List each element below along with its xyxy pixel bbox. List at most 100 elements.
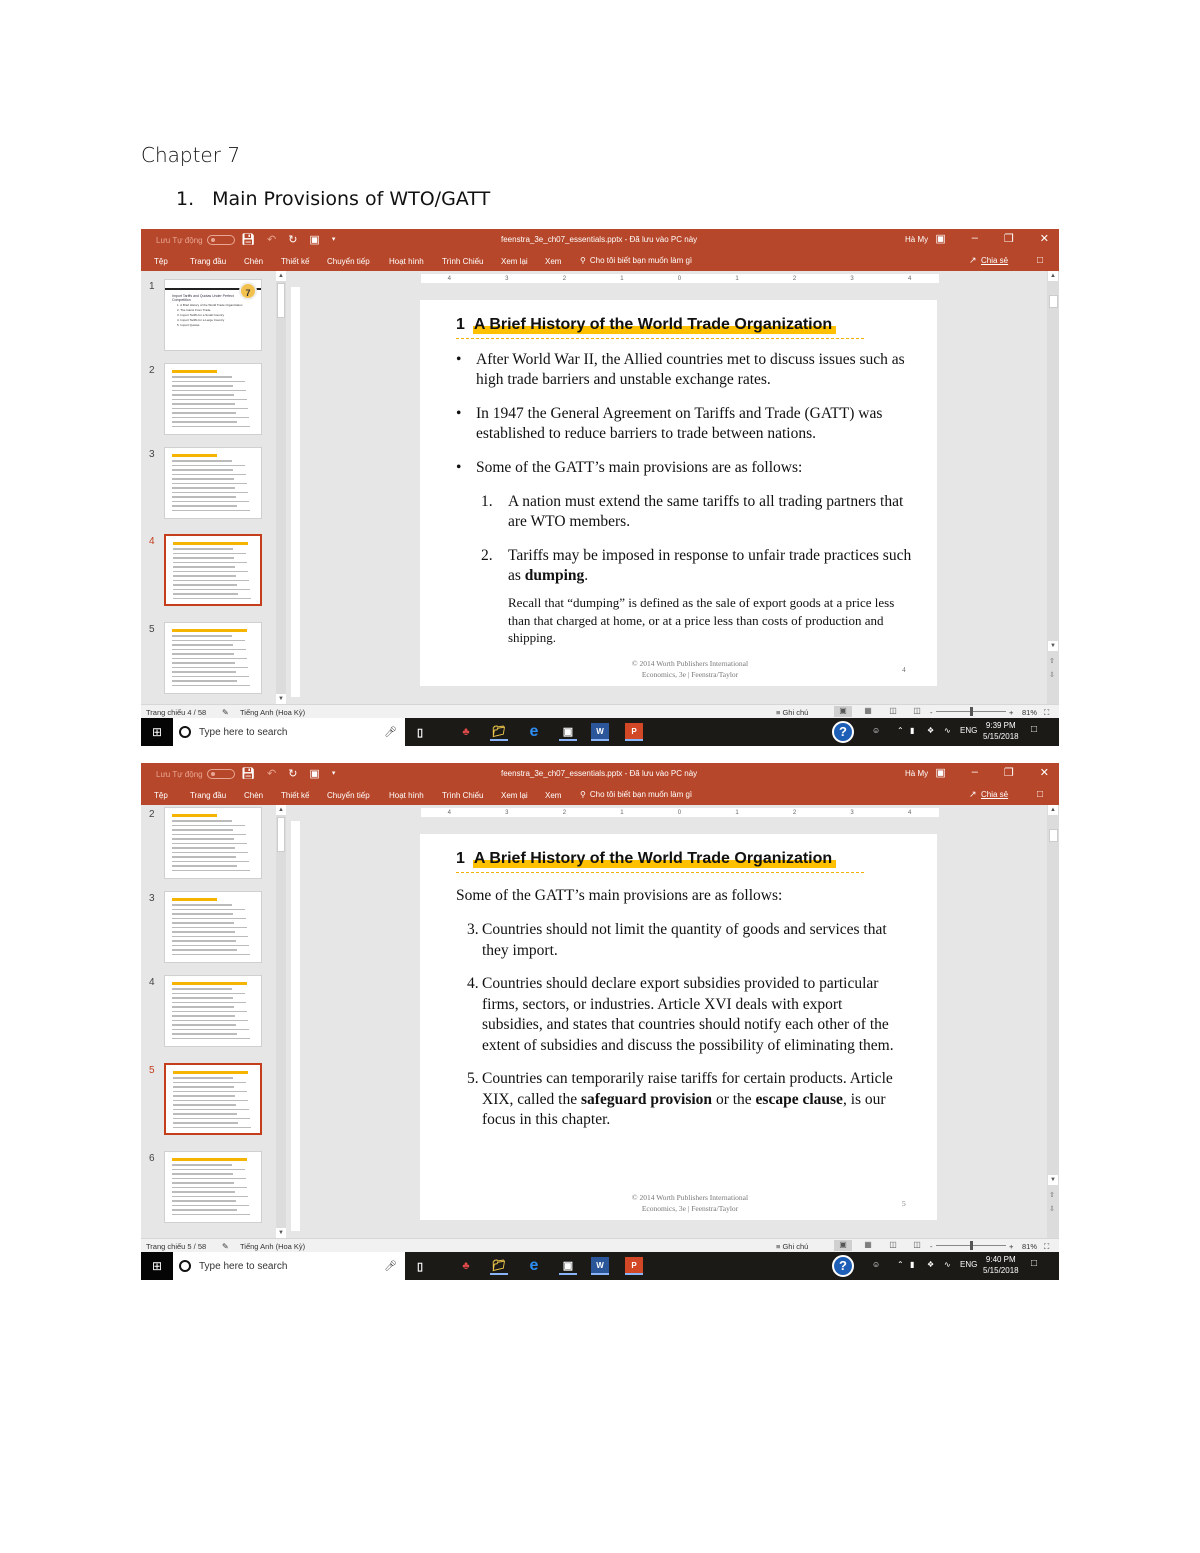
minimize-icon[interactable]: – — [972, 232, 978, 245]
chevron-down-icon[interactable]: ▾ — [332, 235, 336, 246]
task-view-icon[interactable]: ▯ — [411, 723, 429, 741]
tab-transitions[interactable]: Chuyển tiếp — [327, 791, 370, 800]
autosave-toggle[interactable]: Lưu Tự động — [156, 769, 235, 779]
powerpoint-icon[interactable]: P — [625, 723, 643, 741]
scroll-up-icon[interactable]: ▲ — [276, 271, 286, 281]
slide-sorter-icon[interactable]: ▦ — [859, 1240, 877, 1251]
zoom-slider[interactable] — [936, 707, 1006, 716]
tab-animations[interactable]: Hoạt hình — [389, 257, 424, 266]
normal-view-icon[interactable]: ▣ — [834, 706, 852, 717]
people-icon[interactable]: ☺ — [872, 726, 880, 735]
taskbar-search[interactable]: Type here to search 🎤︎ — [173, 1252, 405, 1280]
slideshow-icon[interactable]: ◫ — [908, 1240, 926, 1251]
minimize-icon[interactable]: – — [972, 766, 978, 779]
autosave-toggle[interactable]: Lưu Tự động — [156, 235, 235, 245]
input-language[interactable]: ENG — [960, 726, 977, 735]
close-icon[interactable]: ✕ — [1040, 766, 1049, 779]
system-clock[interactable]: 9:39 PM 5/15/2018 — [983, 720, 1019, 742]
toggle-switch-icon[interactable] — [206, 235, 235, 245]
spell-check-icon[interactable]: ✎ — [222, 1242, 229, 1251]
tab-animations[interactable]: Hoạt hình — [389, 791, 424, 800]
slide-scrollbar[interactable]: ▲ ▼ ⇧ ⇩ — [1047, 805, 1059, 1238]
reading-view-icon[interactable]: ◫ — [884, 706, 902, 717]
slide-thumbnail[interactable]: 7 Import Tariffs and Quotas Under Perfect… — [164, 279, 262, 351]
slide-canvas[interactable]: 1 A Brief History of the World Trade Orga… — [420, 300, 937, 686]
next-slide-icon[interactable]: ⇩ — [1049, 671, 1055, 679]
wifi-icon[interactable]: ∿ — [944, 1260, 951, 1269]
present-icon[interactable]: ▣ — [309, 233, 319, 246]
normal-view-icon[interactable]: ▣ — [834, 1240, 852, 1251]
restore-icon[interactable]: ❐ — [1004, 232, 1014, 245]
notes-button[interactable]: ≡ Ghi chú — [776, 1242, 808, 1251]
tab-design[interactable]: Thiết kế — [281, 257, 309, 266]
dropbox-icon[interactable]: ❖ — [927, 1260, 934, 1269]
save-icon[interactable]: 💾︎ — [241, 233, 255, 246]
save-icon[interactable]: 💾︎ — [241, 767, 255, 780]
undo-icon[interactable]: ↶ — [267, 767, 276, 780]
present-icon[interactable]: ▣ — [309, 767, 319, 780]
scroll-up-icon[interactable]: ▲ — [276, 805, 286, 815]
spell-check-icon[interactable]: ✎ — [222, 708, 229, 717]
action-center-icon[interactable]: □ — [1031, 1258, 1037, 1269]
redo-icon[interactable]: ↻ — [288, 233, 297, 246]
file-explorer-icon[interactable]: 📁︎ — [490, 1257, 508, 1275]
sticky-notes-icon[interactable]: ▣ — [559, 1257, 577, 1275]
zoom-out-icon[interactable]: - — [930, 1242, 933, 1251]
powerpoint-icon[interactable]: P — [625, 1257, 643, 1275]
scrollbar-handle[interactable] — [1049, 295, 1058, 308]
tab-view[interactable]: Xem — [545, 257, 561, 266]
slide-thumbnail[interactable] — [164, 891, 262, 963]
word-icon[interactable]: W — [591, 723, 609, 741]
tab-insert[interactable]: Chèn — [244, 791, 263, 800]
zoom-out-icon[interactable]: - — [930, 708, 933, 717]
ribbon-display-icon[interactable]: ▣ — [935, 232, 945, 245]
language-status[interactable]: Tiếng Anh (Hoa Kỳ) — [240, 1242, 305, 1251]
thumbnail-scrollbar[interactable]: ▲ ▼ — [276, 271, 286, 704]
slide-thumbnail[interactable] — [164, 807, 262, 879]
slide-thumbnail[interactable] — [164, 1063, 262, 1135]
fit-slide-icon[interactable]: ⛶ — [1044, 1242, 1049, 1252]
close-icon[interactable]: ✕ — [1040, 232, 1049, 245]
undo-icon[interactable]: ↶ — [267, 233, 276, 246]
scroll-up-icon[interactable]: ▲ — [1048, 805, 1058, 815]
scroll-down-icon[interactable]: ▼ — [276, 1228, 286, 1238]
zoom-slider-knob[interactable] — [970, 1241, 973, 1250]
share-icon[interactable]: ↗ — [969, 789, 977, 800]
slide-thumbnail[interactable] — [164, 1151, 262, 1223]
zoom-level[interactable]: 81% — [1022, 708, 1037, 717]
toggle-switch-icon[interactable] — [206, 769, 235, 779]
people-icon[interactable]: ☺ — [872, 1260, 880, 1269]
solitaire-icon[interactable]: ♣ — [457, 1257, 475, 1275]
zoom-in-icon[interactable]: + — [1009, 1242, 1013, 1251]
share-button[interactable]: Chia sẻ — [981, 256, 1008, 265]
windows-start-icon[interactable]: ⊞ — [141, 1252, 173, 1280]
tab-design[interactable]: Thiết kế — [281, 791, 309, 800]
taskbar-search[interactable]: Type here to search 🎤︎ — [173, 718, 405, 746]
microphone-icon[interactable]: 🎤︎ — [384, 1261, 397, 1272]
fit-slide-icon[interactable]: ⛶ — [1044, 708, 1049, 718]
windows-start-icon[interactable]: ⊞ — [141, 718, 173, 746]
scrollbar-handle[interactable] — [277, 817, 285, 852]
slide-canvas[interactable]: 1 A Brief History of the World Trade Orga… — [420, 834, 937, 1220]
show-hidden-icons-icon[interactable]: ⌃ — [897, 1260, 904, 1269]
tab-review[interactable]: Xem lại — [501, 791, 528, 800]
slide-thumbnail[interactable] — [164, 447, 262, 519]
slide-thumbnail[interactable] — [164, 534, 262, 606]
action-center-icon[interactable]: □ — [1031, 724, 1037, 735]
input-language[interactable]: ENG — [960, 1260, 977, 1269]
battery-icon[interactable]: ▮ — [910, 726, 914, 735]
scrollbar-handle[interactable] — [277, 283, 285, 318]
file-explorer-icon[interactable]: 📁︎ — [490, 723, 508, 741]
tab-file[interactable]: Tệp — [154, 791, 168, 800]
zoom-slider-knob[interactable] — [970, 707, 973, 716]
wifi-icon[interactable]: ∿ — [944, 726, 951, 735]
chevron-down-icon[interactable]: ▾ — [332, 769, 336, 780]
microphone-icon[interactable]: 🎤︎ — [384, 727, 397, 738]
tab-insert[interactable]: Chèn — [244, 257, 263, 266]
slide-thumbnail[interactable] — [164, 622, 262, 694]
language-status[interactable]: Tiếng Anh (Hoa Kỳ) — [240, 708, 305, 717]
slide-thumbnail[interactable] — [164, 975, 262, 1047]
slide-sorter-icon[interactable]: ▦ — [859, 706, 877, 717]
dropbox-icon[interactable]: ❖ — [927, 726, 934, 735]
thumbnail-scrollbar[interactable]: ▲ ▼ — [276, 805, 286, 1238]
